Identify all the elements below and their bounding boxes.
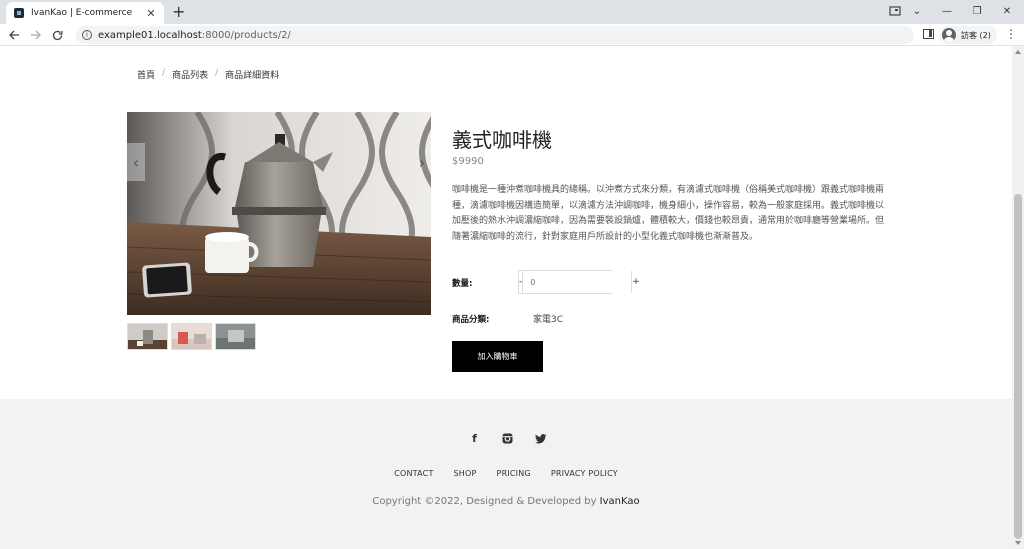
- quantity-increase-button[interactable]: +: [632, 271, 640, 293]
- footer-link-contact[interactable]: CONTACT: [394, 469, 433, 478]
- restore-icon[interactable]: ❐: [962, 0, 992, 22]
- facebook-glyph: f: [472, 432, 477, 445]
- side-panel-icon[interactable]: [923, 29, 934, 39]
- profile-label: 訪客 (2): [961, 30, 991, 40]
- twitter-icon[interactable]: [534, 432, 547, 445]
- footer-nav: CONTACT SHOP PRICING PRIVACY POLICY: [0, 469, 1012, 478]
- facebook-icon[interactable]: f: [468, 432, 481, 445]
- product-price: $9990: [452, 156, 484, 167]
- product-title: 義式咖啡機: [452, 128, 552, 152]
- product-main-image: [127, 112, 431, 315]
- window-close-icon[interactable]: ✕: [992, 0, 1022, 22]
- instagram-icon[interactable]: [501, 432, 514, 445]
- quantity-stepper: - +: [518, 270, 640, 294]
- new-tab-button[interactable]: +: [172, 2, 185, 22]
- breadcrumb-section: 首頁 / 商品列表 / 商品詳細資料: [0, 46, 1012, 101]
- scroll-down-icon[interactable]: [1015, 541, 1021, 545]
- breadcrumb-separator: /: [215, 68, 219, 78]
- breadcrumb-home[interactable]: 首頁: [137, 68, 155, 81]
- thumbnail-strip: [127, 323, 256, 350]
- chevron-down-icon[interactable]: ⌄: [902, 0, 932, 22]
- quantity-label: 數量:: [452, 279, 473, 289]
- footer-link-shop[interactable]: SHOP: [454, 469, 477, 478]
- thumbnail-2[interactable]: [171, 323, 212, 350]
- page-viewport: 首頁 / 商品列表 / 商品詳細資料 ‹ › 義式咖啡機 $9990 咖啡機是一…: [0, 46, 1012, 549]
- forward-arrow-icon[interactable]: [27, 27, 43, 43]
- quantity-input[interactable]: [522, 271, 633, 293]
- category-label: 商品分類:: [452, 315, 490, 325]
- copyright-author-link[interactable]: IvanKao: [600, 496, 640, 507]
- carousel-prev-icon[interactable]: ‹: [127, 143, 145, 181]
- copyright-text: Copyright ©2022, Designed & Developed by: [372, 496, 600, 507]
- tab-title: IvanKao | E-commerce: [31, 8, 133, 18]
- url-path: :8000/products/2/: [201, 29, 291, 41]
- minimize-icon[interactable]: —: [932, 0, 962, 22]
- carousel-next-icon[interactable]: ›: [413, 143, 431, 181]
- site-footer: f CONTACT SHOP PRICING PRIVACY POLICY Co…: [0, 399, 1012, 549]
- product-description: 咖啡機是一種沖煮咖啡機具的總稱。以沖煮方式來分類，有滴濾式咖啡機（俗稱美式咖啡機…: [452, 185, 885, 242]
- reload-icon[interactable]: [49, 27, 65, 43]
- product-image-carousel[interactable]: [127, 112, 431, 315]
- thumbnail-1[interactable]: [127, 323, 168, 350]
- thumbnail-3[interactable]: [215, 323, 256, 350]
- breadcrumb-separator: /: [162, 68, 166, 78]
- site-favicon-icon: [14, 8, 24, 18]
- breadcrumb-product-list[interactable]: 商品列表: [172, 68, 208, 81]
- browser-tab[interactable]: IvanKao | E-commerce ✕: [6, 2, 164, 24]
- address-bar[interactable]: i example01.localhost:8000/products/2/: [76, 26, 914, 44]
- site-info-icon[interactable]: i: [82, 30, 92, 40]
- browser-toolbar: i example01.localhost:8000/products/2/ 訪…: [0, 24, 1024, 46]
- copyright: Copyright ©2022, Designed & Developed by…: [0, 496, 1012, 507]
- back-arrow-icon[interactable]: [6, 27, 22, 43]
- add-to-cart-button[interactable]: 加入購物車: [452, 341, 543, 372]
- breadcrumb-current: 商品詳細資料: [225, 71, 280, 81]
- profile-button[interactable]: 訪客 (2): [940, 26, 997, 44]
- scroll-up-icon[interactable]: [1015, 50, 1021, 54]
- avatar-icon: [942, 28, 956, 42]
- browser-menu-icon[interactable]: ⋮: [1005, 27, 1017, 41]
- category-value: 家電3C: [533, 315, 564, 325]
- page-scrollbar[interactable]: [1012, 46, 1024, 549]
- url-host: example01.localhost: [98, 29, 202, 41]
- social-links: f: [468, 432, 547, 445]
- footer-link-pricing[interactable]: PRICING: [497, 469, 531, 478]
- tab-close-icon[interactable]: ✕: [144, 7, 158, 20]
- browser-tab-strip: IvanKao | E-commerce ✕ + ⌄ — ❐ ✕: [0, 0, 1024, 24]
- footer-link-privacy-policy[interactable]: PRIVACY POLICY: [551, 469, 618, 478]
- breadcrumb: 首頁 / 商品列表 / 商品詳細資料: [137, 68, 279, 81]
- scroll-thumb[interactable]: [1014, 194, 1022, 539]
